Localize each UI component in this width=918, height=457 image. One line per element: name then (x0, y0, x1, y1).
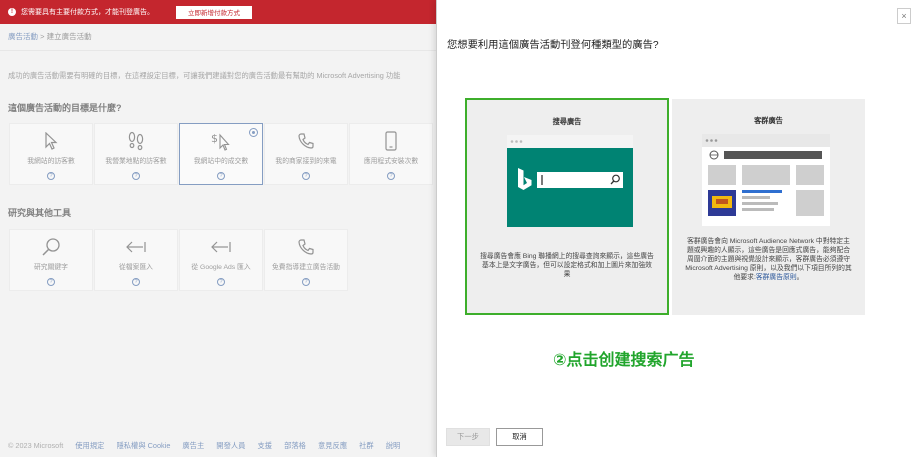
footer-link[interactable]: 廣告主 (182, 441, 204, 451)
footer-link[interactable]: 部落格 (284, 441, 306, 451)
goal-label: 我的商家接到的來電 (275, 158, 337, 165)
help-icon[interactable]: ? (302, 172, 310, 180)
breadcrumb-current: 建立廣告活動 (46, 32, 92, 41)
tool-label: 從檔案匯入 (119, 264, 153, 271)
footer-link[interactable]: 說明 (386, 441, 401, 451)
intro-text: 成功的廣告活動需要有明確的目標，在這裡設定目標，可讓我們建議對您的廣告活動最有幫… (8, 71, 401, 80)
warning-icon: ! (8, 8, 16, 16)
goal-label: 應用程式安裝次數 (363, 158, 419, 165)
footer-link[interactable]: 社群 (359, 441, 374, 451)
phone-icon (297, 236, 315, 258)
add-payment-button[interactable]: 立即新增付款方式 (176, 5, 252, 19)
footer-link[interactable]: 意見反應 (318, 441, 347, 451)
phone-icon (297, 130, 315, 152)
goals-title: 這個廣告活動的目標是什麼? (8, 103, 122, 113)
import-arrow-icon (124, 236, 148, 258)
search-ads-illustration (507, 135, 633, 227)
help-icon[interactable]: ? (302, 278, 310, 286)
tool-tiles: 研究關鍵字 ? 從檔案匯入 ? 從 Google Ads 匯入 ? 免費指導建立… (9, 229, 348, 291)
help-icon[interactable]: ? (217, 278, 225, 286)
goal-tiles: 我網站的訪客數 ? 我營業地點的訪客數 ? $ 我網站中的成交數 ? 我的商家接… (9, 123, 433, 185)
cursor-icon (43, 130, 59, 152)
annotation-text: ②点击创建搜索广告 (553, 350, 695, 369)
page-footer: © 2023 Microsoft 使用規定 隱私權與 Cookie 廣告主 開發… (8, 441, 400, 451)
footer-link[interactable]: 開發人員 (216, 441, 245, 451)
tool-tile-import-google-ads[interactable]: 從 Google Ads 匯入 ? (179, 229, 263, 291)
svg-text:$: $ (211, 132, 218, 145)
audience-ads-title: 客群廣告 (754, 116, 783, 125)
breadcrumb: 廣告活動 > 建立廣告活動 (8, 31, 92, 42)
help-icon[interactable]: ? (132, 172, 140, 180)
help-icon[interactable]: ? (387, 172, 395, 180)
audience-ads-description-end: 。 (796, 273, 804, 281)
goal-label: 我營業地點的訪客數 (105, 158, 167, 165)
search-ads-card[interactable]: 搜尋廣告 搜尋廣告會應 Bing 聯播網上的搜尋查詢來顯示，這些廣告基本上是文字… (465, 98, 669, 315)
footer-link[interactable]: 支援 (257, 441, 272, 451)
goal-tile-website-visitors[interactable]: 我網站的訪客數 ? (9, 123, 93, 185)
footer-link[interactable]: 隱私權與 Cookie (116, 441, 170, 451)
next-button[interactable]: 下一步 (446, 428, 490, 446)
tools-title: 研究與其他工具 (8, 208, 72, 218)
dollar-cursor-icon: $ (210, 130, 232, 152)
audience-ads-card[interactable]: 客群廣告 客群廣告會向 Microsoft Audience Network 中… (672, 99, 865, 315)
cancel-button[interactable]: 取消 (496, 428, 543, 446)
banner-message: 您需要具有主要付款方式，才能刊登廣告。 (21, 9, 154, 16)
tool-label: 從 Google Ads 匯入 (191, 264, 251, 271)
tool-label: 研究關鍵字 (34, 264, 68, 271)
search-ads-title: 搜尋廣告 (552, 117, 582, 126)
help-icon[interactable]: ? (47, 278, 55, 286)
breadcrumb-root[interactable]: 廣告活動 (8, 32, 38, 41)
audience-ads-policy-link[interactable]: 客群廣告原則 (756, 274, 797, 281)
footprints-icon (127, 130, 145, 152)
help-icon[interactable]: ? (217, 172, 225, 180)
footer-link[interactable]: 使用規定 (75, 441, 104, 451)
goal-label: 我網站中的成交數 (193, 158, 249, 165)
selected-radio[interactable] (249, 128, 258, 137)
tool-tile-import-file[interactable]: 從檔案匯入 ? (94, 229, 178, 291)
tool-label: 免費指導建立廣告活動 (272, 264, 340, 271)
audience-ads-illustration (702, 134, 830, 226)
breadcrumb-separator: > (40, 32, 45, 41)
search-icon (41, 236, 61, 258)
goal-tile-app-installs[interactable]: 應用程式安裝次數 ? (349, 123, 433, 185)
search-ads-description: 搜尋廣告會應 Bing 聯播網上的搜尋查詢來顯示，這些廣告基本上是文字廣告，但可… (480, 253, 654, 278)
goal-label: 我網站的訪客數 (27, 158, 75, 165)
tool-tile-keyword-research[interactable]: 研究關鍵字 ? (9, 229, 93, 291)
audience-ads-description: 客群廣告會向 Microsoft Audience Network 中對特定主題… (684, 238, 853, 283)
payment-warning-banner: ! 您需要具有主要付款方式，才能刊登廣告。 立即新增付款方式 (0, 0, 436, 24)
close-icon[interactable]: × (897, 8, 911, 24)
divider (0, 50, 436, 51)
copyright: © 2023 Microsoft (8, 441, 64, 450)
help-icon[interactable]: ? (47, 172, 55, 180)
import-arrow-icon (209, 236, 233, 258)
goal-tile-location-visitors[interactable]: 我營業地點的訪客數 ? (94, 123, 178, 185)
panel-question: 您想要利用這個廣告活動刊登何種類型的廣告? (447, 40, 659, 51)
goal-tile-website-conversions[interactable]: $ 我網站中的成交數 ? (179, 123, 263, 185)
campaign-page: ! 您需要具有主要付款方式，才能刊登廣告。 立即新增付款方式 廣告活動 > 建立… (0, 0, 436, 457)
help-icon[interactable]: ? (132, 278, 140, 286)
goal-tile-phone-calls[interactable]: 我的商家接到的來電 ? (264, 123, 348, 185)
mobile-icon (384, 130, 398, 152)
ad-type-panel: × 您想要利用這個廣告活動刊登何種類型的廣告? 搜尋廣告 搜尋廣告會應 Bing… (436, 0, 918, 457)
tool-tile-free-guidance[interactable]: 免費指導建立廣告活動 ? (264, 229, 348, 291)
